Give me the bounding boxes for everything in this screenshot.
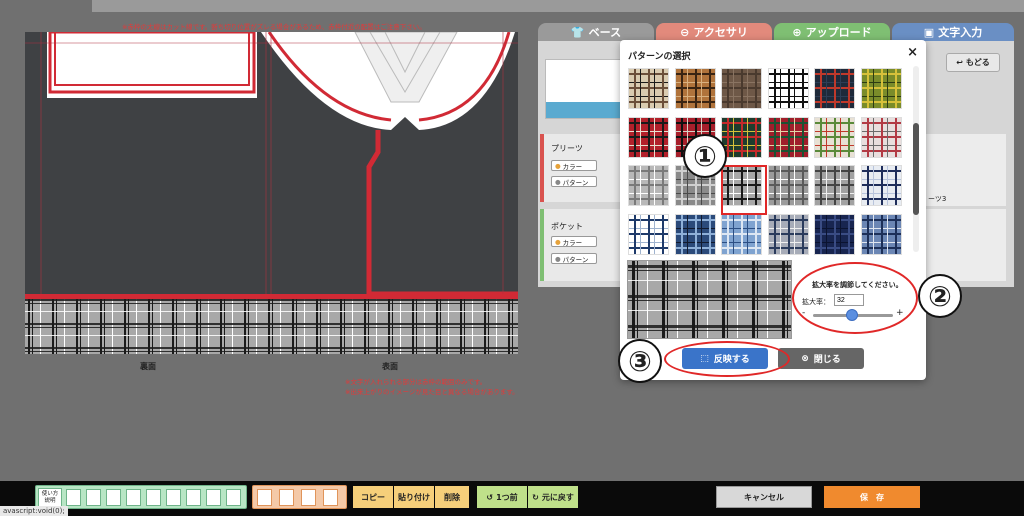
pleats-color-button[interactable]: ● カラー (551, 160, 597, 171)
callout-1: ① (683, 134, 727, 178)
pleats-title: プリーツ (551, 144, 583, 153)
fit-icon[interactable] (226, 489, 241, 506)
howto-button[interactable]: 使い方 説明 (38, 488, 62, 507)
pattern-preview (627, 260, 792, 339)
parts-list-item[interactable]: ーツ3 (928, 194, 946, 204)
layer-tools-group (252, 485, 347, 509)
pattern-swatch[interactable] (628, 165, 669, 206)
apply-highlight-ellipse (664, 341, 790, 377)
redo-button[interactable]: ↻ 元に戻す (528, 486, 578, 508)
pattern-swatch[interactable] (721, 213, 762, 255)
align-middle-icon[interactable] (146, 489, 161, 506)
status-bar-text: avascript:void(0); (0, 506, 68, 516)
pattern-swatch[interactable] (814, 213, 855, 255)
align-bottom-icon[interactable] (166, 489, 181, 506)
back-button[interactable]: ↩ もどる (946, 53, 1000, 72)
return-icon: ↩ (956, 58, 963, 67)
undo-button[interactable]: ↺ 1つ前 (477, 486, 527, 508)
align-left-icon[interactable] (66, 489, 81, 506)
bring-forward-icon[interactable] (279, 489, 294, 506)
pattern-swatch[interactable] (814, 116, 855, 158)
align-center-icon[interactable] (86, 489, 101, 506)
front-side-label: 表面 (382, 362, 398, 371)
pattern-icon: ● (555, 177, 561, 186)
distribute-horizontal-icon[interactable] (186, 489, 201, 506)
close-modal-button[interactable]: ⊗ 閉じる (778, 348, 864, 369)
garment-drawing (25, 32, 518, 354)
swatch-scrollbar-thumb[interactable] (913, 123, 919, 215)
tab-upload[interactable]: ⊕ アップロード (774, 23, 890, 41)
pattern-swatch[interactable] (814, 165, 855, 206)
redo-icon: ↻ (532, 492, 539, 502)
base-preview-box (545, 59, 625, 119)
modal-close-icon[interactable]: × (907, 45, 918, 60)
back-side-label: 裏面 (140, 362, 156, 371)
align-top-icon[interactable] (126, 489, 141, 506)
upload-icon: ⊕ (792, 25, 802, 39)
modal-title: パターンの選択 (628, 52, 691, 62)
pattern-swatch[interactable] (721, 68, 762, 109)
pattern-swatch[interactable] (628, 213, 669, 255)
delete-button[interactable]: 削除 (435, 486, 469, 508)
pleats-pattern-button[interactable]: ● パターン (551, 176, 597, 187)
pattern-swatch[interactable] (814, 68, 855, 109)
save-button[interactable]: 保 存 (824, 486, 920, 508)
top-header-strip (92, 0, 1024, 12)
pattern-swatch[interactable] (674, 213, 716, 255)
pattern-swatch[interactable] (860, 165, 902, 206)
copy-button[interactable]: コピー (353, 486, 393, 508)
pattern-swatch[interactable] (860, 68, 902, 109)
pattern-swatch[interactable] (767, 213, 809, 255)
close-circle-icon: ⊗ (801, 353, 809, 364)
pattern-swatch[interactable] (721, 116, 762, 158)
distribute-vertical-icon[interactable] (206, 489, 221, 506)
callout-2: ② (918, 274, 962, 318)
palette-icon: ● (555, 161, 561, 170)
pattern-swatch[interactable] (767, 165, 809, 206)
preview-note: ※出来上がりのイメージが見た目と異なる場合があります。 (345, 388, 519, 396)
undo-icon: ↺ (486, 492, 494, 502)
pattern-swatch[interactable] (628, 68, 669, 109)
pattern-swatch[interactable] (767, 116, 809, 158)
cut-line-notice: ※赤枠の太線はカット線です。断ち切り位置がズレる場合があるため、赤枠付近の配置は… (122, 23, 426, 31)
tab-text-input[interactable]: ▣ 文字入力 (892, 23, 1014, 41)
circle-icon: ⊖ (680, 25, 690, 39)
pattern-icon: ● (555, 254, 561, 263)
align-right-icon[interactable] (106, 489, 121, 506)
pocket-title: ポケット (551, 222, 583, 231)
send-back-icon[interactable] (323, 489, 338, 506)
pocket-color-button[interactable]: ● カラー (551, 236, 597, 247)
palette-icon: ● (555, 237, 561, 246)
parts-list-box-2 (926, 209, 1006, 281)
tab-base[interactable]: 👕 ベース (538, 23, 654, 41)
shirt-icon: 👕 (570, 25, 585, 39)
callout-3: ③ (618, 339, 662, 383)
tab-accessory[interactable]: ⊖ アクセサリ (656, 23, 772, 41)
selected-swatch-highlight (721, 165, 767, 215)
paste-button[interactable]: 貼り付け (394, 486, 434, 508)
pattern-swatch[interactable] (860, 116, 902, 158)
cancel-button[interactable]: キャンセル (716, 486, 812, 508)
pattern-preview-image (628, 261, 791, 338)
text-area-note: ※文字が入れられる部分は赤枠の範囲のみです。 (345, 378, 487, 386)
bring-front-icon[interactable] (257, 489, 272, 506)
send-backward-icon[interactable] (301, 489, 316, 506)
pattern-swatch[interactable] (767, 68, 809, 109)
pattern-swatch[interactable] (860, 213, 902, 255)
pattern-swatch[interactable] (674, 68, 716, 109)
garment-canvas[interactable] (25, 32, 518, 354)
text-icon: ▣ (923, 25, 935, 39)
zoom-highlight-ellipse (792, 262, 918, 334)
pocket-pattern-button[interactable]: ● パターン (551, 253, 597, 264)
pattern-swatch[interactable] (628, 116, 669, 158)
